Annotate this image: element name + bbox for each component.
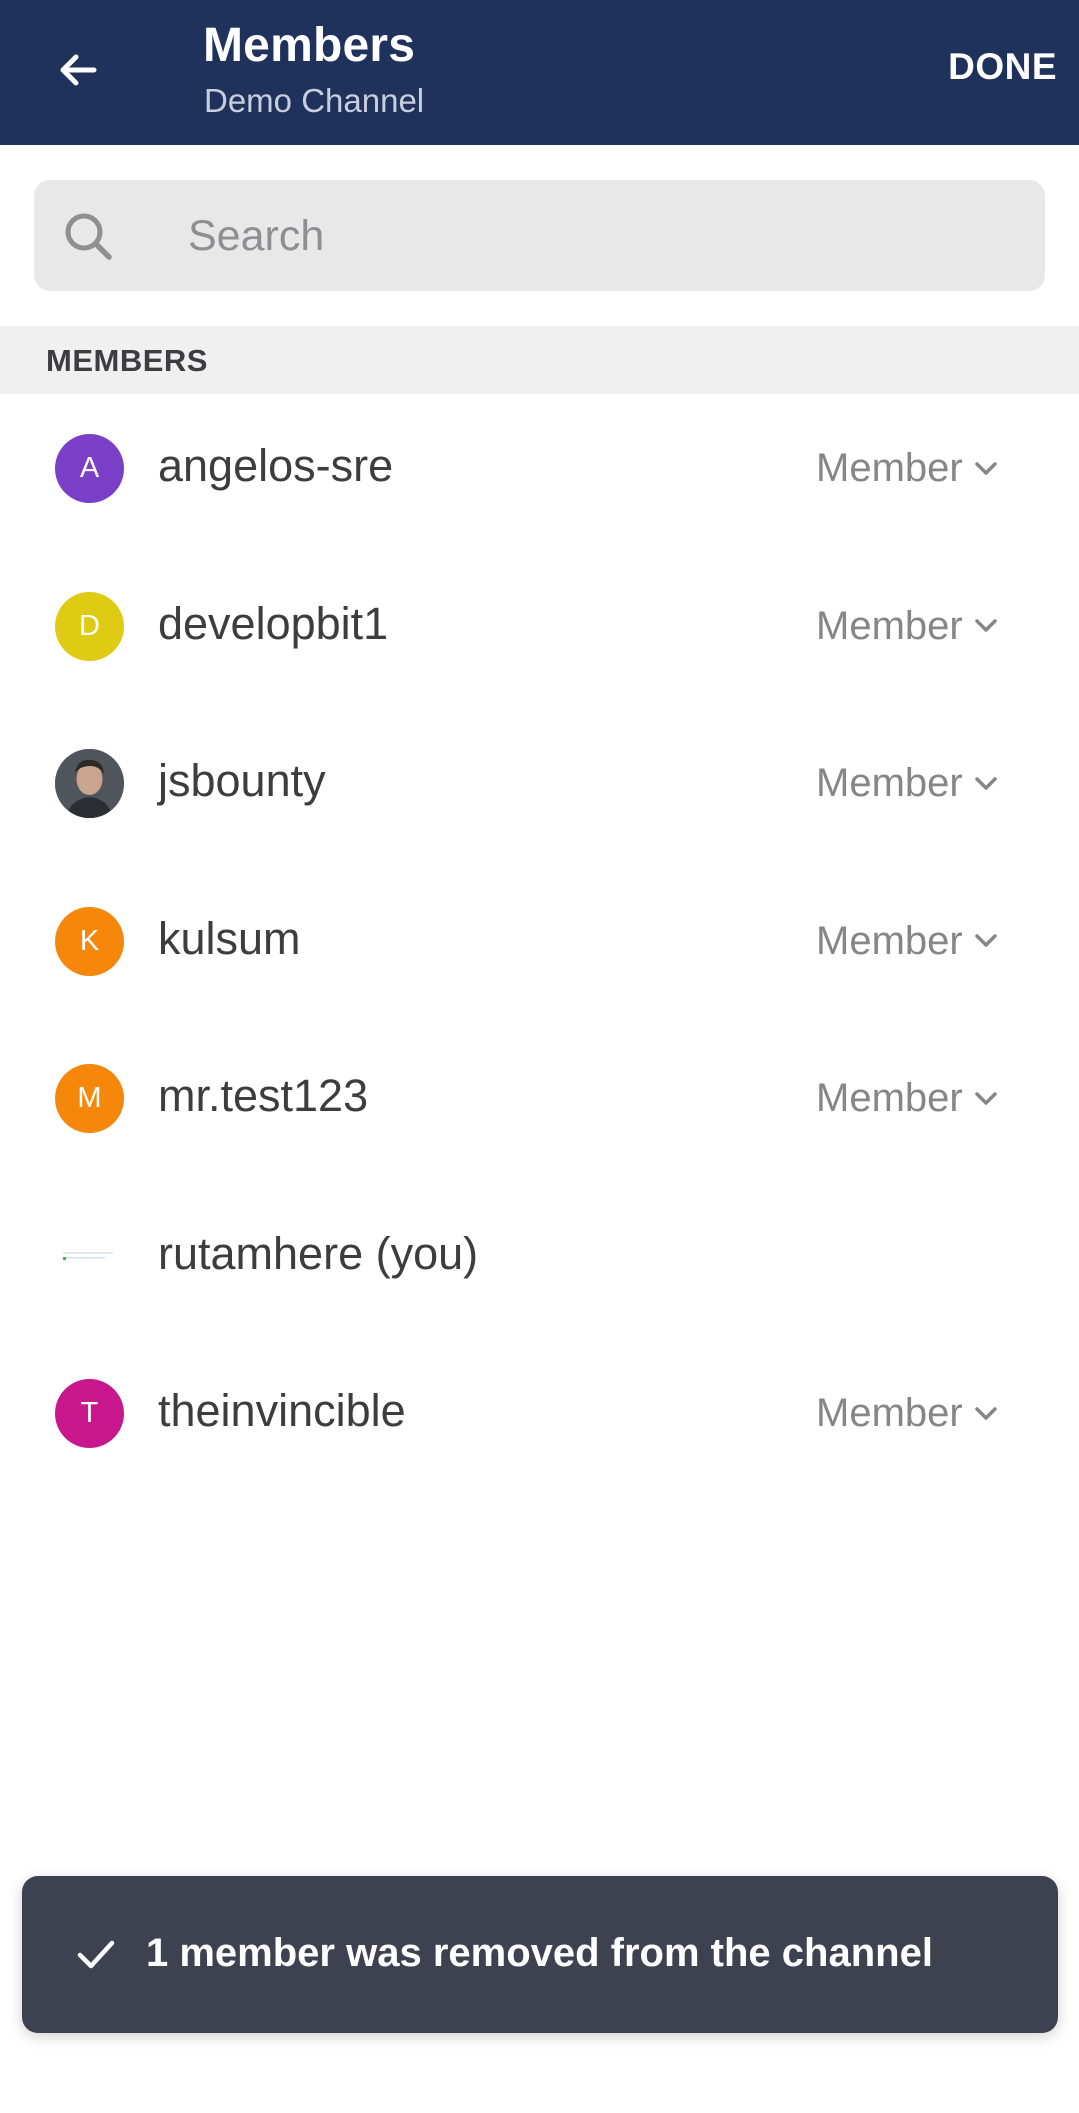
role-label: Member <box>816 1391 963 1435</box>
avatar-photo <box>55 749 124 818</box>
member-row[interactable]: M mr.test123 Member <box>0 1040 1079 1198</box>
chevron-down-icon <box>974 1091 997 1105</box>
member-row[interactable]: D developbit1 Member <box>0 568 1079 726</box>
role-dropdown[interactable]: Member <box>816 919 999 964</box>
role-dropdown[interactable]: Member <box>816 604 999 649</box>
app-header: Members Demo Channel DONE <box>0 0 1079 145</box>
role-dropdown[interactable]: Member <box>816 1076 999 1121</box>
chevron-down-icon <box>974 1406 997 1420</box>
section-title: MEMBERS <box>46 343 208 378</box>
broken-image-icon <box>63 1251 113 1260</box>
member-name: angelos-sre <box>158 440 394 491</box>
member-name: jsbounty <box>158 755 326 806</box>
chevron-down-icon <box>974 934 997 947</box>
page-title: Members <box>203 19 416 72</box>
search-bar[interactable] <box>34 180 1045 291</box>
member-name: rutamhere (you) <box>158 1227 479 1279</box>
role-label: Member <box>816 761 963 805</box>
channel-name: Demo Channel <box>204 82 425 119</box>
avatar: K <box>55 906 124 976</box>
member-name: theinvincible <box>158 1385 406 1436</box>
user-photo-icon <box>55 749 124 818</box>
member-row[interactable]: jsbounty Member <box>0 725 1079 883</box>
toast-message: 1 member was removed from the channel <box>146 1931 933 1975</box>
avatar: D <box>55 591 124 661</box>
member-row[interactable]: K kulsum Member <box>0 883 1079 1041</box>
role-dropdown[interactable]: Member <box>816 761 999 806</box>
chevron-down-icon <box>974 619 997 632</box>
toast-notification: 1 member was removed from the channel <box>22 1876 1058 2033</box>
back-button[interactable] <box>44 36 112 104</box>
member-name: developbit1 <box>158 597 389 649</box>
role-label: Member <box>816 1076 963 1120</box>
search-icon <box>65 213 112 260</box>
avatar: A <box>55 434 124 503</box>
member-row-self[interactable]: rutamhere (you) <box>0 1198 1079 1356</box>
role-label: Member <box>816 603 963 648</box>
chevron-down-icon <box>974 461 997 475</box>
role-dropdown[interactable]: Member <box>816 1391 999 1436</box>
avatar: M <box>55 1064 124 1133</box>
avatar: T <box>55 1379 124 1448</box>
arrow-left-icon <box>60 54 97 86</box>
search-input[interactable] <box>186 202 1020 270</box>
done-button[interactable]: DONE <box>948 46 1057 88</box>
members-section-header: MEMBERS <box>0 326 1079 394</box>
role-label: Member <box>816 918 963 963</box>
chevron-down-icon <box>974 776 997 790</box>
checkmark-icon <box>77 1940 115 1969</box>
member-name: kulsum <box>158 912 301 964</box>
member-row[interactable]: A angelos-sre Member <box>0 410 1079 568</box>
member-row[interactable]: T theinvincible Member <box>0 1355 1079 1513</box>
role-label: Member <box>816 446 963 490</box>
member-name: mr.test123 <box>158 1070 369 1121</box>
member-list: A angelos-sre Member D developbit1 Membe… <box>0 410 1079 1513</box>
avatar-image <box>55 1221 124 1291</box>
role-dropdown[interactable]: Member <box>816 446 999 491</box>
